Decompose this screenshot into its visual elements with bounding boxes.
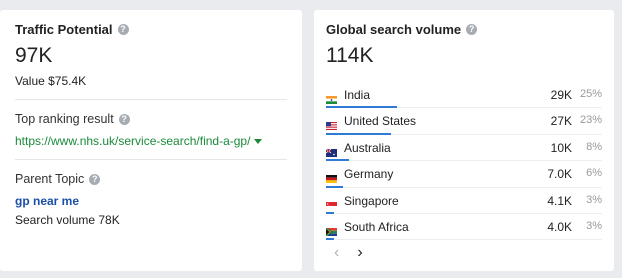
flag-icon xyxy=(326,91,337,104)
divider xyxy=(15,99,287,100)
country-percent: 3% xyxy=(586,193,602,206)
traffic-potential-label: Traffic Potential xyxy=(15,22,113,37)
top-ranking-url[interactable]: https://www.nhs.uk/service-search/find-a… xyxy=(15,134,250,148)
traffic-potential-value: 97K xyxy=(15,44,53,67)
country-volume: 4.1K xyxy=(547,193,572,208)
country-row[interactable]: Germany 7.0K 6% xyxy=(326,161,602,188)
country-percent: 25% xyxy=(579,88,602,100)
global-volume-label: Global search volume xyxy=(326,22,462,37)
country-percent: 6% xyxy=(586,167,602,180)
top-ranking-label: Top ranking result xyxy=(15,112,114,126)
country-volume: 4.0K xyxy=(547,219,572,234)
country-name: Germany xyxy=(344,167,394,182)
country-row[interactable]: South Africa 4.0K 3% xyxy=(325,214,602,241)
top-ranking-url-link[interactable]: https://www.nhs.uk/service-search/find-a… xyxy=(15,134,287,148)
flag-icon xyxy=(326,197,337,210)
traffic-value-line: Value $75.4K xyxy=(15,74,87,88)
parent-topic-label: Parent Topic xyxy=(15,172,85,186)
country-volume: 7.0K xyxy=(547,167,572,182)
help-icon[interactable]: ? xyxy=(117,24,129,35)
country-row[interactable]: India 29K 25% xyxy=(326,82,602,109)
country-percent: 23% xyxy=(579,114,602,127)
help-icon[interactable]: ? xyxy=(118,113,130,125)
traffic-potential-title: Traffic Potential ? xyxy=(15,22,287,37)
parent-topic-search-volume: Search volume 78K xyxy=(15,213,120,227)
country-name: South Africa xyxy=(344,219,409,234)
country-row[interactable]: United States 27K 23% xyxy=(326,108,602,135)
global-volume-title: Global search volume ? xyxy=(326,22,602,37)
country-percent: 3% xyxy=(586,219,602,232)
country-volume: 29K xyxy=(550,88,572,102)
country-row[interactable]: Australia 10K 8% xyxy=(325,135,602,162)
flag-icon xyxy=(325,223,338,237)
next-page-button[interactable]: › xyxy=(357,245,362,261)
help-icon[interactable]: ? xyxy=(466,24,478,35)
country-volume: 10K xyxy=(550,140,572,155)
parent-topic-link[interactable]: gp near me xyxy=(15,194,287,208)
parent-topic-label-row: Parent Topic ? xyxy=(15,172,287,186)
divider xyxy=(15,159,287,160)
country-name: Australia xyxy=(344,140,391,155)
flag-icon xyxy=(326,170,337,184)
country-share-bar xyxy=(326,238,334,241)
country-name: United States xyxy=(344,114,417,129)
country-name: India xyxy=(344,88,371,102)
caret-down-icon[interactable] xyxy=(254,139,263,144)
flag-icon xyxy=(325,144,337,157)
help-icon[interactable]: ? xyxy=(89,173,101,185)
traffic-potential-card: Traffic Potential ? 97K Value $75.4K Top… xyxy=(0,10,302,271)
global-search-volume-card: Global search volume ? 114K India 29K 25% U… xyxy=(314,10,614,271)
flag-icon xyxy=(326,117,337,131)
top-ranking-label-row: Top ranking result ? xyxy=(15,112,287,126)
pagination: ‹ › xyxy=(334,245,363,261)
country-percent: 8% xyxy=(586,140,602,153)
country-volume: 27K xyxy=(550,114,572,129)
global-volume-value: 114K xyxy=(326,44,374,67)
country-row[interactable]: Singapore 4.1K 3% xyxy=(326,188,602,214)
country-list: India 29K 25% United States 27K 23% Australia 1… xyxy=(325,82,602,241)
country-name: Singapore xyxy=(344,193,399,208)
prev-page-button[interactable]: ‹ xyxy=(334,245,339,261)
